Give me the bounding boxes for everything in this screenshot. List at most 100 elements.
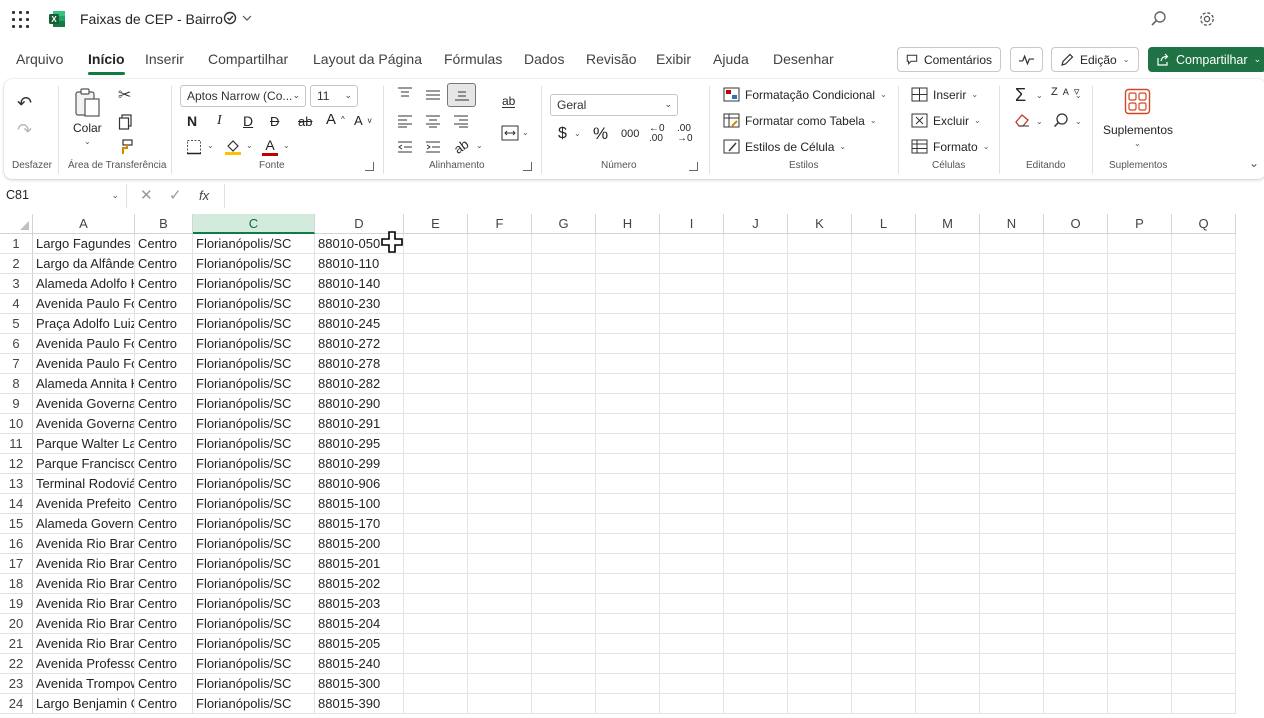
cell-c20[interactable]: Florianópolis/SC xyxy=(193,614,315,634)
cell-styles-button[interactable]: Estilos de Célula ⌄ xyxy=(723,139,846,154)
cell-m8[interactable] xyxy=(916,374,980,394)
cell-c6[interactable]: Florianópolis/SC xyxy=(193,334,315,354)
column-header-c[interactable]: C xyxy=(193,214,315,234)
column-header-b[interactable]: B xyxy=(135,214,193,234)
cell-q9[interactable] xyxy=(1172,394,1236,414)
share-button[interactable]: Compartilhar ⌄ xyxy=(1148,47,1264,72)
cell-l22[interactable] xyxy=(852,654,916,674)
cell-k1[interactable] xyxy=(788,234,852,254)
chevron-down-icon[interactable]: ⌄ xyxy=(574,129,581,138)
cell-a2[interactable]: Largo da Alfândega xyxy=(33,254,135,274)
row-header[interactable]: 21 xyxy=(0,634,33,654)
cell-j17[interactable] xyxy=(724,554,788,574)
cell-p12[interactable] xyxy=(1108,454,1172,474)
number-format-select[interactable]: Geral ⌄ xyxy=(550,94,678,116)
cell-e18[interactable] xyxy=(404,574,468,594)
copy-icon[interactable] xyxy=(118,114,134,130)
tab-desenhar[interactable]: Desenhar xyxy=(773,51,834,67)
cell-c18[interactable]: Florianópolis/SC xyxy=(193,574,315,594)
cell-o24[interactable] xyxy=(1044,694,1108,714)
cell-h23[interactable] xyxy=(596,674,660,694)
column-header-g[interactable]: G xyxy=(532,214,596,234)
editing-mode-button[interactable]: Edição ⌄ xyxy=(1051,47,1139,72)
cell-q3[interactable] xyxy=(1172,274,1236,294)
cell-f24[interactable] xyxy=(468,694,532,714)
cell-h5[interactable] xyxy=(596,314,660,334)
cell-p7[interactable] xyxy=(1108,354,1172,374)
cell-a23[interactable]: Avenida Trompowsky xyxy=(33,674,135,694)
cell-j15[interactable] xyxy=(724,514,788,534)
cell-f7[interactable] xyxy=(468,354,532,374)
cell-i3[interactable] xyxy=(660,274,724,294)
row-header[interactable]: 15 xyxy=(0,514,33,534)
cell-m5[interactable] xyxy=(916,314,980,334)
cell-d23[interactable]: 88015-300 xyxy=(315,674,404,694)
row-header[interactable]: 10 xyxy=(0,414,33,434)
cell-o22[interactable] xyxy=(1044,654,1108,674)
conditional-formatting-button[interactable]: Formatação Condicional ⌄ xyxy=(723,87,887,102)
cell-h7[interactable] xyxy=(596,354,660,374)
cell-c2[interactable]: Florianópolis/SC xyxy=(193,254,315,274)
cell-d15[interactable]: 88015-170 xyxy=(315,514,404,534)
align-left-icon[interactable] xyxy=(397,114,413,128)
autosave-icon[interactable] xyxy=(223,11,253,28)
strikethrough-button[interactable]: ab xyxy=(298,114,312,129)
cell-n19[interactable] xyxy=(980,594,1044,614)
cell-c22[interactable]: Florianópolis/SC xyxy=(193,654,315,674)
cell-h10[interactable] xyxy=(596,414,660,434)
row-header[interactable]: 18 xyxy=(0,574,33,594)
cell-n9[interactable] xyxy=(980,394,1044,414)
cell-o1[interactable] xyxy=(1044,234,1108,254)
cell-n7[interactable] xyxy=(980,354,1044,374)
cell-e12[interactable] xyxy=(404,454,468,474)
comments-button[interactable]: Comentários xyxy=(897,47,1001,72)
font-name-select[interactable]: Aptos Narrow (Co... ⌄ xyxy=(180,85,306,107)
cell-c4[interactable]: Florianópolis/SC xyxy=(193,294,315,314)
cell-d18[interactable]: 88015-202 xyxy=(315,574,404,594)
cell-h17[interactable] xyxy=(596,554,660,574)
cell-q17[interactable] xyxy=(1172,554,1236,574)
cell-o8[interactable] xyxy=(1044,374,1108,394)
cell-f17[interactable] xyxy=(468,554,532,574)
cell-p11[interactable] xyxy=(1108,434,1172,454)
cell-e1[interactable] xyxy=(404,234,468,254)
cell-p14[interactable] xyxy=(1108,494,1172,514)
cell-k19[interactable] xyxy=(788,594,852,614)
cell-c11[interactable]: Florianópolis/SC xyxy=(193,434,315,454)
cell-m10[interactable] xyxy=(916,414,980,434)
cell-q24[interactable] xyxy=(1172,694,1236,714)
cell-g11[interactable] xyxy=(532,434,596,454)
cell-g6[interactable] xyxy=(532,334,596,354)
cell-a10[interactable]: Avenida Governador xyxy=(33,414,135,434)
cell-k22[interactable] xyxy=(788,654,852,674)
cell-e9[interactable] xyxy=(404,394,468,414)
cell-n8[interactable] xyxy=(980,374,1044,394)
cell-l17[interactable] xyxy=(852,554,916,574)
cell-o19[interactable] xyxy=(1044,594,1108,614)
cell-e20[interactable] xyxy=(404,614,468,634)
cell-n11[interactable] xyxy=(980,434,1044,454)
delete-cells-button[interactable]: Excluir ⌄ xyxy=(911,113,981,128)
cell-f19[interactable] xyxy=(468,594,532,614)
cell-k21[interactable] xyxy=(788,634,852,654)
cell-n22[interactable] xyxy=(980,654,1044,674)
paste-button[interactable]: Colar ⌄ xyxy=(70,86,106,148)
cell-k10[interactable] xyxy=(788,414,852,434)
cell-q18[interactable] xyxy=(1172,574,1236,594)
cell-m4[interactable] xyxy=(916,294,980,314)
cell-g2[interactable] xyxy=(532,254,596,274)
cell-q8[interactable] xyxy=(1172,374,1236,394)
cell-l5[interactable] xyxy=(852,314,916,334)
cell-n10[interactable] xyxy=(980,414,1044,434)
cell-a21[interactable]: Avenida Rio Branco xyxy=(33,634,135,654)
cell-g15[interactable] xyxy=(532,514,596,534)
find-icon[interactable] xyxy=(1053,112,1069,128)
cell-e16[interactable] xyxy=(404,534,468,554)
cell-g5[interactable] xyxy=(532,314,596,334)
cell-m19[interactable] xyxy=(916,594,980,614)
cell-b3[interactable]: Centro xyxy=(135,274,193,294)
cell-n13[interactable] xyxy=(980,474,1044,494)
cell-o7[interactable] xyxy=(1044,354,1108,374)
cell-b4[interactable]: Centro xyxy=(135,294,193,314)
alignment-dialog-launcher-icon[interactable] xyxy=(523,162,532,171)
